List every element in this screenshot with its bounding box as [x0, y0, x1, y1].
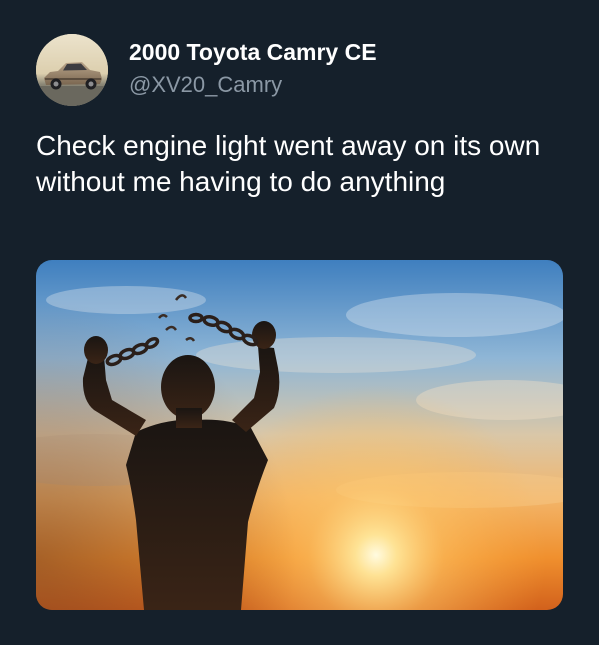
car-photo-avatar-icon: [36, 34, 108, 106]
tweet-author: 2000 Toyota Camry CE @XV20_Camry: [129, 38, 377, 99]
avatar[interactable]: [36, 34, 108, 106]
tweet-text: Check engine light went away on its own …: [36, 130, 541, 197]
user-handle[interactable]: @XV20_Camry: [129, 71, 377, 99]
display-name[interactable]: 2000 Toyota Camry CE: [129, 38, 377, 66]
tweet-card: 2000 Toyota Camry CE @XV20_Camry Check e…: [0, 0, 599, 645]
man-breaking-chains-at-sunset-photo-icon: [36, 260, 563, 610]
tweet-media-image[interactable]: [36, 260, 563, 610]
